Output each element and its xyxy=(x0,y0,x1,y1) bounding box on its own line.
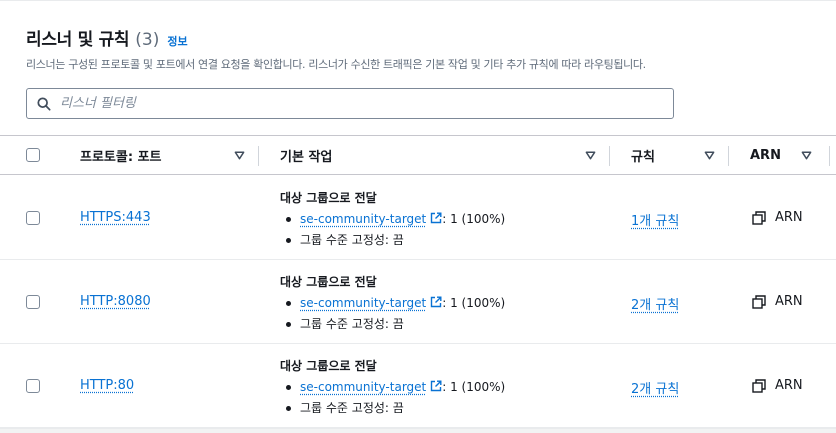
search-input[interactable] xyxy=(60,96,660,111)
external-link-icon[interactable] xyxy=(430,296,442,308)
external-link-icon[interactable] xyxy=(430,380,442,392)
column-label-protocol-port: 프로토콜: 포트 xyxy=(80,150,162,165)
listeners-panel: 리스너 및 규칙 (3) 정보 리스너는 구성된 프로토콜 및 포트에서 연결 … xyxy=(0,0,836,433)
search-icon xyxy=(37,96,51,111)
section-heading: 리스너 및 규칙 (3) 정보 xyxy=(26,25,188,50)
stickiness-item: 그룹 수준 고정성: 끔 xyxy=(280,314,505,335)
action-details: se-community-target : 1 (100%) 그룹 수준 고정성:… xyxy=(280,377,505,419)
default-action: 대상 그룹으로 전달 se-community-target : 1 (100%)… xyxy=(280,356,505,419)
action-details: se-community-target : 1 (100%) 그룹 수준 고정성:… xyxy=(280,209,505,251)
section-title: 리스너 및 규칙 xyxy=(26,30,130,50)
target-group-link[interactable]: se-community-target xyxy=(300,380,426,394)
target-weight: : 1 (100%) xyxy=(442,380,506,394)
arn-label: ARN xyxy=(775,210,803,225)
action-details: se-community-target : 1 (100%) 그룹 수준 고정성:… xyxy=(280,293,505,335)
stickiness-item: 그룹 수준 고정성: 끔 xyxy=(280,398,505,419)
copy-icon xyxy=(752,378,766,393)
rules-link[interactable]: 1개 규칙 xyxy=(631,210,679,229)
action-title: 대상 그룹으로 전달 xyxy=(280,191,377,205)
protocol-port-link[interactable]: HTTPS:443 xyxy=(80,210,151,225)
caret-down-icon[interactable] xyxy=(585,150,596,161)
caret-down-icon[interactable] xyxy=(704,150,715,161)
caret-down-icon[interactable] xyxy=(234,150,245,161)
column-divider[interactable] xyxy=(258,146,259,166)
horizontal-scrollbar[interactable] xyxy=(0,428,836,433)
table-row: HTTP:80 대상 그룹으로 전달 se-community-target : … xyxy=(0,344,836,428)
target-group-item: se-community-target : 1 (100%) xyxy=(280,209,505,230)
target-group-item: se-community-target : 1 (100%) xyxy=(280,293,505,314)
copy-icon xyxy=(752,294,766,309)
table-header: 프로토콜: 포트 기본 작업 규칙 ARN xyxy=(0,136,836,175)
row-checkbox[interactable] xyxy=(26,211,40,225)
column-divider[interactable] xyxy=(829,146,830,166)
column-header-arn[interactable]: ARN xyxy=(750,136,781,175)
column-header-rules[interactable]: 규칙 xyxy=(631,136,655,175)
select-all-checkbox[interactable] xyxy=(26,148,40,162)
copy-arn-button[interactable]: ARN xyxy=(752,378,803,393)
target-group-link[interactable]: se-community-target xyxy=(300,212,426,226)
rules-link[interactable]: 2개 규칙 xyxy=(631,378,679,397)
listener-count: (3) xyxy=(135,30,160,50)
rules-link[interactable]: 2개 규칙 xyxy=(631,294,679,313)
target-group-link[interactable]: se-community-target xyxy=(300,296,426,310)
arn-label: ARN xyxy=(775,294,803,309)
target-group-item: se-community-target : 1 (100%) xyxy=(280,377,505,398)
table-row: HTTP:8080 대상 그룹으로 전달 se-community-target… xyxy=(0,260,836,344)
column-header-protocol-port[interactable]: 프로토콜: 포트 xyxy=(80,136,162,175)
column-label-default-action: 기본 작업 xyxy=(280,150,333,165)
column-header-default-action[interactable]: 기본 작업 xyxy=(280,136,332,175)
action-title: 대상 그룹으로 전달 xyxy=(280,359,377,373)
target-weight: : 1 (100%) xyxy=(442,296,506,310)
column-divider[interactable] xyxy=(728,146,729,166)
stickiness-item: 그룹 수준 고정성: 끔 xyxy=(280,230,505,251)
arn-label: ARN xyxy=(775,378,803,393)
default-action: 대상 그룹으로 전달 se-community-target : 1 (100%)… xyxy=(280,272,505,335)
default-action: 대상 그룹으로 전달 se-community-target : 1 (100%)… xyxy=(280,188,505,251)
column-label-arn: ARN xyxy=(750,148,781,163)
protocol-port-link[interactable]: HTTP:80 xyxy=(80,378,134,393)
column-divider[interactable] xyxy=(609,146,610,166)
row-checkbox[interactable] xyxy=(26,379,40,393)
info-link[interactable]: 정보 xyxy=(167,33,187,49)
table-row: HTTPS:443 대상 그룹으로 전달 se-community-target… xyxy=(0,176,836,260)
caret-down-icon[interactable] xyxy=(801,150,812,161)
copy-icon xyxy=(752,210,766,225)
target-weight: : 1 (100%) xyxy=(442,212,506,226)
external-link-icon[interactable] xyxy=(430,212,442,224)
action-title: 대상 그룹으로 전달 xyxy=(280,275,377,289)
column-label-rules: 규칙 xyxy=(631,150,655,165)
copy-arn-button[interactable]: ARN xyxy=(752,210,803,225)
copy-arn-button[interactable]: ARN xyxy=(752,294,803,309)
listener-filter[interactable] xyxy=(26,88,674,119)
protocol-port-link[interactable]: HTTP:8080 xyxy=(80,294,151,309)
row-checkbox[interactable] xyxy=(26,295,40,309)
section-description: 리스너는 구성된 프로토콜 및 포트에서 연결 요청을 확인합니다. 리스너가 … xyxy=(26,58,646,71)
